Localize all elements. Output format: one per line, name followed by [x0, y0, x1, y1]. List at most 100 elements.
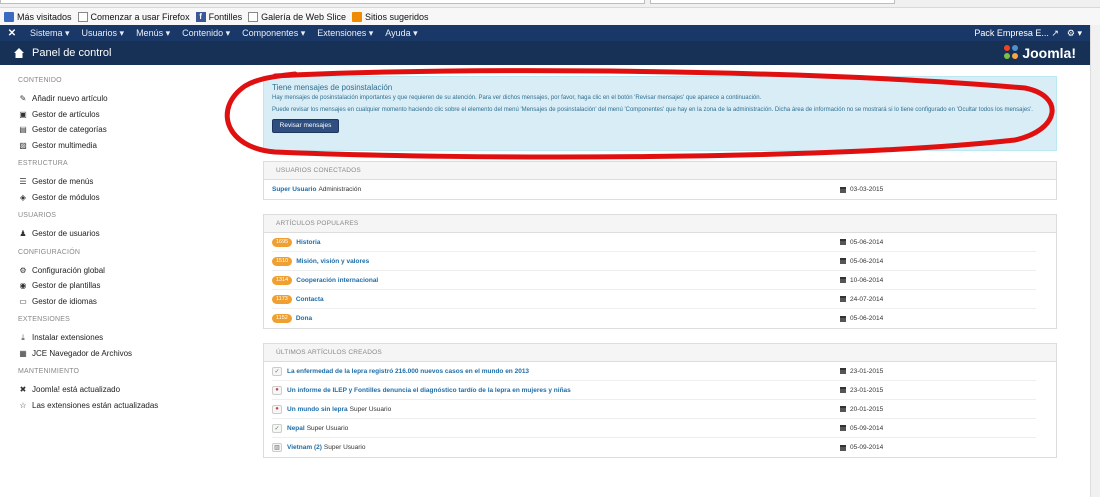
menu-componentes[interactable]: Componentes ▾ — [236, 28, 311, 39]
article-author: Super Usuario — [349, 405, 392, 413]
unpublished-icon[interactable]: ● — [272, 404, 282, 414]
sidebar: CONTENIDO ✎ Añadir nuevo artículo ▣ Gestor… — [0, 65, 255, 497]
sidebar-item-users[interactable]: ♟ Gestor de usuarios — [18, 226, 255, 242]
site-link[interactable]: Pack Empresa E... ↗ — [974, 28, 1059, 39]
sidebar-item-global-config[interactable]: ⚙ Configuración global — [18, 263, 255, 279]
calendar-icon — [840, 406, 846, 412]
article-link[interactable]: Un informe de ILEP y Fontilles denuncia … — [287, 387, 571, 394]
row-date: 05-09-2014 — [840, 425, 883, 432]
sidebar-item-menus[interactable]: ☰ Gestor de menús — [18, 174, 255, 190]
sidebar-item-extensions-updated[interactable]: ☆ Las extensiones están actualizadas — [18, 398, 255, 414]
panel-heading: USUARIOS CONECTADOS — [264, 162, 1056, 180]
article-author: Super Usuario — [323, 444, 366, 451]
sidebar-item-jce-browser[interactable]: ▦ JCE Navegador de Archivos — [18, 346, 255, 362]
table-row: ● Un informe de ILEP y Fontilles denunci… — [272, 381, 1036, 400]
alert-text-1: Hay mensajes de posinstalación important… — [272, 95, 762, 101]
postinstall-alert: Tiene mensajes de posinstalación Hay men… — [263, 76, 1057, 151]
latest-articles-panel: ÚLTIMOS ARTÍCULOS CREADOS ✓ La enfermeda… — [263, 343, 1057, 458]
published-icon[interactable]: ✓ — [272, 366, 282, 376]
menu-sistema[interactable]: Sistema ▾ — [24, 28, 76, 39]
row-date: 23-01-2015 — [840, 387, 883, 394]
row-date: 05-06-2014 — [840, 239, 883, 246]
calendar-icon — [840, 239, 846, 245]
article-link[interactable]: Nepal — [287, 425, 305, 432]
joomla-icon[interactable]: ✕ — [0, 28, 24, 39]
row-date: 05-06-2014 — [840, 315, 883, 322]
page-scrollbar[interactable] — [1090, 25, 1100, 497]
row-date: 05-06-2014 — [840, 258, 883, 265]
alert-title: Tiene mensajes de posinstalación — [272, 83, 393, 92]
article-link[interactable]: Vietnam (2) — [287, 444, 322, 451]
sidebar-item-categories[interactable]: ▤ Gestor de categorías — [18, 122, 255, 138]
popular-articles-panel: ARTÍCULOS POPULARES 1695 Historia 05-06-… — [263, 214, 1057, 329]
sidebar-item-languages[interactable]: ▭ Gestor de idiomas — [18, 294, 255, 310]
sidebar-item-modules[interactable]: ◈ Gestor de módulos — [18, 190, 255, 206]
table-row: 1173 Contacta 24-07-2014 — [272, 290, 1036, 309]
menu-extensiones[interactable]: Extensiones ▾ — [311, 28, 379, 39]
facebook-icon: f — [195, 11, 206, 22]
picture-icon: ▨ — [19, 140, 27, 150]
row-date: 05-09-2014 — [840, 444, 883, 451]
user-area: Administración — [318, 186, 362, 193]
browser-toolbar — [0, 0, 1100, 8]
bookmark-suggested-sites[interactable]: Sitios sugeridos — [351, 11, 429, 22]
sidebar-item-add-article[interactable]: ✎ Añadir nuevo artículo — [18, 91, 255, 107]
sidebar-heading: USUARIOS — [18, 212, 57, 219]
article-link[interactable]: Historia — [296, 239, 320, 246]
hits-badge: 1152 — [272, 314, 292, 323]
sidebar-section-estructura: ESTRUCTURA ☰ Gestor de menús ◈ Gestor de m… — [18, 160, 255, 205]
home-icon — [14, 48, 24, 58]
calendar-icon — [840, 444, 846, 451]
bookmark-fontilles[interactable]: f Fontilles — [195, 11, 242, 22]
article-link[interactable]: La enfermedad de la lepra registró 216.0… — [287, 368, 529, 375]
archived-icon[interactable]: ▥ — [272, 443, 282, 452]
row-date: 20-01-2015 — [840, 406, 883, 413]
menu-usuarios[interactable]: Usuarios ▾ — [76, 28, 131, 39]
joomla-logo: Joomla! — [1004, 45, 1076, 61]
address-bar[interactable] — [0, 0, 645, 4]
upload-icon: ⤓ — [21, 332, 25, 342]
menu-menus[interactable]: Menús ▾ — [130, 28, 176, 39]
row-date: 23-01-2015 — [840, 368, 883, 375]
sidebar-heading: CONFIGURACIÓN — [18, 248, 81, 256]
alert-text-2: Puede revisar los mensajes en cualquier … — [272, 107, 1033, 113]
menu-contenido[interactable]: Contenido ▾ — [176, 28, 236, 39]
sidebar-item-install[interactable]: ⤓ Instalar extensiones — [18, 330, 255, 346]
article-link[interactable]: Dona — [296, 315, 312, 322]
sidebar-item-media[interactable]: ▨ Gestor multimedia — [18, 138, 255, 154]
row-date: 10-06-2014 — [840, 277, 883, 284]
sidebar-item-joomla-updated[interactable]: ✖ Joomla! está actualizado — [18, 382, 255, 398]
table-row: Super Usuario Administración 03-03-2015 — [272, 180, 1036, 199]
cube-icon: ◈ — [19, 192, 27, 202]
sidebar-section-extensiones: EXTENSIONES ⤓ Instalar extensiones ▦ JCE N… — [18, 316, 255, 361]
page-header: Panel de control Joomla! — [0, 41, 1090, 65]
bookmark-web-slice[interactable]: Galería de Web Slice — [248, 11, 346, 22]
published-icon[interactable]: ✓ — [272, 423, 282, 433]
bookmark-get-started[interactable]: Comenzar a usar Firefox — [77, 11, 190, 22]
article-link[interactable]: Un mundo sin lepra — [287, 406, 348, 413]
calendar-icon — [840, 277, 846, 283]
user-link[interactable]: Super Usuario — [272, 186, 316, 193]
star-icon: ☆ — [19, 400, 27, 410]
stack-icon: ▣ — [19, 109, 27, 119]
logged-users-panel: USUARIOS CONECTADOS Super Usuario Admini… — [263, 161, 1057, 200]
article-link[interactable]: Cooperación internacional — [296, 277, 378, 284]
unpublished-icon[interactable]: ● — [272, 385, 282, 395]
panel-heading: ARTÍCULOS POPULARES — [264, 215, 1056, 233]
page-icon — [248, 11, 259, 22]
folder-icon: ▤ — [19, 125, 27, 135]
article-link[interactable]: Misión, visión y valores — [296, 258, 369, 265]
calendar-icon — [840, 425, 846, 431]
bookmarks-bar: Más visitados Comenzar a usar Firefox fF… — [0, 8, 1100, 25]
row-date: 24-07-2014 — [840, 296, 883, 303]
menu-ayuda[interactable]: Ayuda ▾ — [379, 28, 423, 39]
sidebar-heading: CONTENIDO — [18, 77, 62, 84]
sidebar-item-templates[interactable]: ◉ Gestor de plantillas — [18, 278, 255, 294]
browser-search-box[interactable] — [650, 0, 895, 4]
gear-icon[interactable]: ⚙ ▾ — [1067, 28, 1082, 39]
bookmark-most-visited[interactable]: Más visitados — [4, 11, 72, 22]
review-messages-button[interactable]: Revisar mensajes — [272, 119, 339, 133]
sidebar-item-articles[interactable]: ▣ Gestor de artículos — [18, 107, 255, 123]
sidebar-heading: EXTENSIONES — [18, 316, 70, 323]
article-link[interactable]: Contacta — [296, 296, 324, 303]
